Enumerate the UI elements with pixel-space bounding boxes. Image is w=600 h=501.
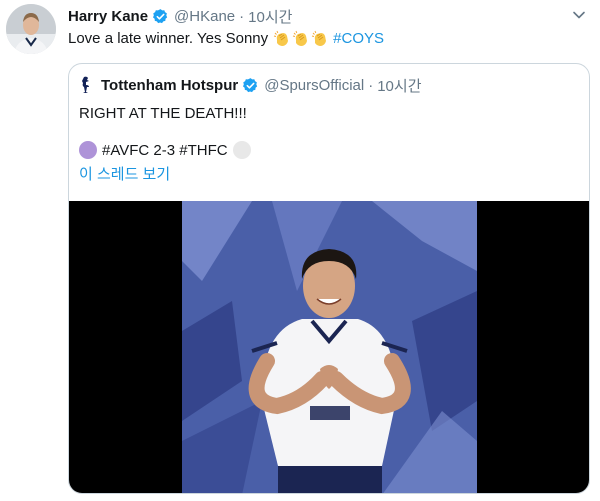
quoted-tweet-text: RIGHT AT THE DEATH!!! — [79, 105, 247, 122]
verified-badge-icon — [243, 77, 258, 92]
quoted-score-line: #AVFC 2-3 #THFC — [79, 141, 251, 159]
quoted-display-name[interactable]: Tottenham Hotspur — [101, 77, 238, 94]
quoted-tweet-header: Tottenham Hotspur @SpursOfficial · 10시간 — [79, 75, 422, 95]
white-circle-icon — [232, 141, 251, 159]
player-avatar-icon — [6, 4, 56, 54]
quoted-timestamp[interactable]: 10시간 — [377, 75, 421, 96]
spurs-cockerel-logo-icon — [82, 76, 89, 93]
separator-dot: · — [239, 7, 245, 25]
verified-badge-icon — [153, 8, 168, 23]
display-name[interactable]: Harry Kane — [68, 8, 148, 25]
tweet-body: Love a late winner. Yes Sonny — [68, 30, 269, 47]
timestamp[interactable]: 10시간 — [248, 6, 292, 27]
tweet[interactable]: Harry Kane @HKane · 10시간 Love a late win… — [0, 0, 600, 501]
purple-circle-icon — [79, 141, 97, 159]
tweet-header: Harry Kane @HKane · 10시간 — [68, 6, 292, 26]
separator-dot: · — [368, 76, 374, 94]
avatar[interactable] — [6, 4, 56, 54]
score-hashtags[interactable]: #AVFC 2-3 #THFC — [102, 142, 228, 159]
media-video[interactable] — [69, 201, 589, 493]
tweet-text: Love a late winner. Yes Sonny #COYS — [68, 29, 384, 49]
chevron-down-icon[interactable] — [570, 6, 588, 24]
hashtag-link[interactable]: #COYS — [333, 29, 384, 49]
clapping-hands-icon — [293, 30, 308, 46]
quoted-handle[interactable]: @SpursOfficial — [264, 77, 364, 94]
clapping-hands-icon — [312, 30, 327, 46]
video-frame-image — [182, 201, 477, 493]
quoted-tweet[interactable]: Tottenham Hotspur @SpursOfficial · 10시간 … — [68, 63, 590, 494]
clapping-hands-icon — [274, 30, 289, 46]
show-thread-link[interactable]: 이 스레드 보기 — [79, 165, 170, 185]
handle[interactable]: @HKane — [174, 8, 235, 25]
